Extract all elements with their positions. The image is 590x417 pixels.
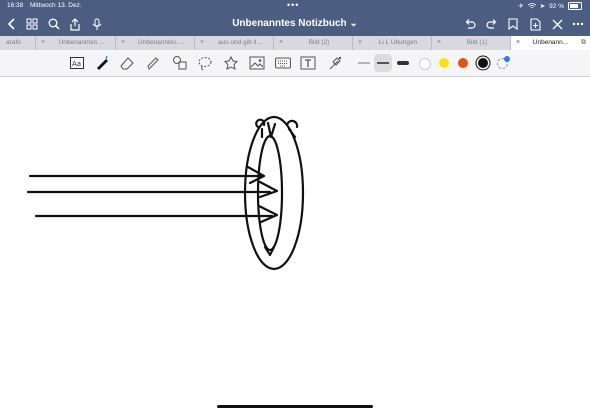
notebook-title[interactable]: Unbenanntes Notizbuch ⌄ — [200, 18, 390, 29]
chevron-down-icon: ⌄ — [349, 18, 358, 29]
back-icon[interactable] — [4, 16, 20, 32]
tab-label: Bild (1) — [466, 39, 488, 46]
tab-0[interactable]: arafo — [0, 36, 36, 50]
redo-icon[interactable] — [484, 16, 500, 32]
tab-label: aus und gib il... — [218, 39, 262, 46]
eraser-icon[interactable] — [119, 55, 135, 71]
tab-label: arafo — [6, 39, 21, 46]
microphone-icon[interactable] — [89, 16, 105, 32]
laser-pointer-icon[interactable] — [327, 55, 343, 71]
tab-label: Unbenanntes ... — [138, 39, 184, 46]
status-time: 16:38 — [7, 2, 24, 9]
handwritten-drawing — [26, 115, 305, 271]
tab-7-active[interactable]: × Unbenann... ⧉ — [511, 36, 590, 50]
more-icon[interactable] — [570, 16, 586, 32]
tab-label: Li L Übungen — [378, 39, 418, 46]
multitasking-dots[interactable]: ••• — [287, 0, 299, 10]
tab-1[interactable]: × Unbenanntes ... — [36, 36, 116, 50]
app-toolbar: Unbenanntes Notizbuch ⌄ — [0, 12, 590, 36]
highlighter-icon[interactable] — [145, 55, 161, 71]
shapes-icon[interactable] — [172, 55, 188, 71]
status-bar: 16:38 Mittwoch 13. Dez. ••• ✈ ➤ 92 % — [0, 0, 590, 12]
battery-icon — [568, 2, 582, 10]
color-swatch[interactable] — [497, 56, 510, 69]
thin-stroke-option[interactable] — [356, 55, 372, 71]
pen-icon[interactable] — [94, 55, 110, 71]
keyboard-icon[interactable] — [275, 55, 291, 71]
medium-stroke-option[interactable] — [374, 54, 392, 72]
color-swatch[interactable] — [478, 58, 488, 68]
airplane-icon: ✈ — [518, 3, 524, 10]
bookmark-icon[interactable] — [505, 16, 521, 32]
image-icon[interactable] — [249, 55, 265, 71]
status-date: Mittwoch 13. Dez. — [30, 2, 82, 9]
add-page-icon[interactable] — [527, 16, 543, 32]
tab-close-icon[interactable]: × — [358, 39, 362, 46]
search-icon[interactable] — [46, 16, 62, 32]
color-swatch[interactable] — [439, 58, 449, 68]
tab-close-icon[interactable]: × — [41, 39, 45, 46]
arrowhead-2 — [258, 180, 279, 199]
tab-close-icon[interactable]: × — [437, 39, 441, 46]
svg-text:Aa: Aa — [72, 60, 81, 68]
tab-close-icon[interactable]: × — [121, 39, 125, 46]
grid-icon[interactable] — [24, 16, 40, 32]
location-icon: ➤ — [539, 3, 546, 10]
tab-4[interactable]: × Bild (2) — [274, 36, 353, 50]
thick-stroke-option[interactable] — [395, 55, 411, 71]
tab-close-icon[interactable]: × — [279, 39, 283, 46]
pen-toolbar: Aa — [0, 50, 590, 77]
tab-close-icon[interactable]: × — [200, 39, 204, 46]
wifi-icon — [527, 3, 536, 9]
color-swatch[interactable] — [419, 58, 431, 70]
sticker-icon[interactable] — [223, 55, 239, 71]
tab-label: Unbenann... — [532, 39, 569, 46]
note-canvas[interactable] — [0, 77, 590, 412]
tab-2[interactable]: × Unbenanntes ... — [116, 36, 195, 50]
split-view-icon[interactable]: ⧉ — [581, 39, 586, 47]
color-swatch[interactable] — [458, 58, 468, 68]
tab-3[interactable]: × aus und gib il... — [195, 36, 274, 50]
lasso-text-icon[interactable]: Aa — [69, 55, 85, 71]
tab-close-icon[interactable]: × — [516, 39, 520, 46]
tab-5[interactable]: × Li L Übungen — [353, 36, 432, 50]
undo-icon[interactable] — [462, 16, 478, 32]
text-box-icon[interactable] — [300, 55, 316, 71]
lasso-icon[interactable] — [197, 55, 213, 71]
lead-wire-right — [285, 119, 299, 139]
status-right: ✈ ➤ 92 % — [518, 2, 582, 10]
notebook-title-text: Unbenanntes Notizbuch — [232, 18, 347, 29]
tab-label: Bild (2) — [308, 39, 330, 46]
battery-percent: 92 % — [549, 2, 564, 10]
tab-6[interactable]: × Bild (1) — [432, 36, 511, 50]
arrowhead-3 — [257, 204, 279, 224]
tab-label: Unbenanntes ... — [58, 39, 105, 46]
top-arrow-marker — [266, 121, 277, 139]
home-indicator — [217, 405, 373, 408]
share-icon[interactable] — [67, 16, 83, 32]
document-tabs: arafo × Unbenanntes ... × Unbenanntes ..… — [0, 36, 590, 50]
close-icon[interactable] — [549, 16, 565, 32]
